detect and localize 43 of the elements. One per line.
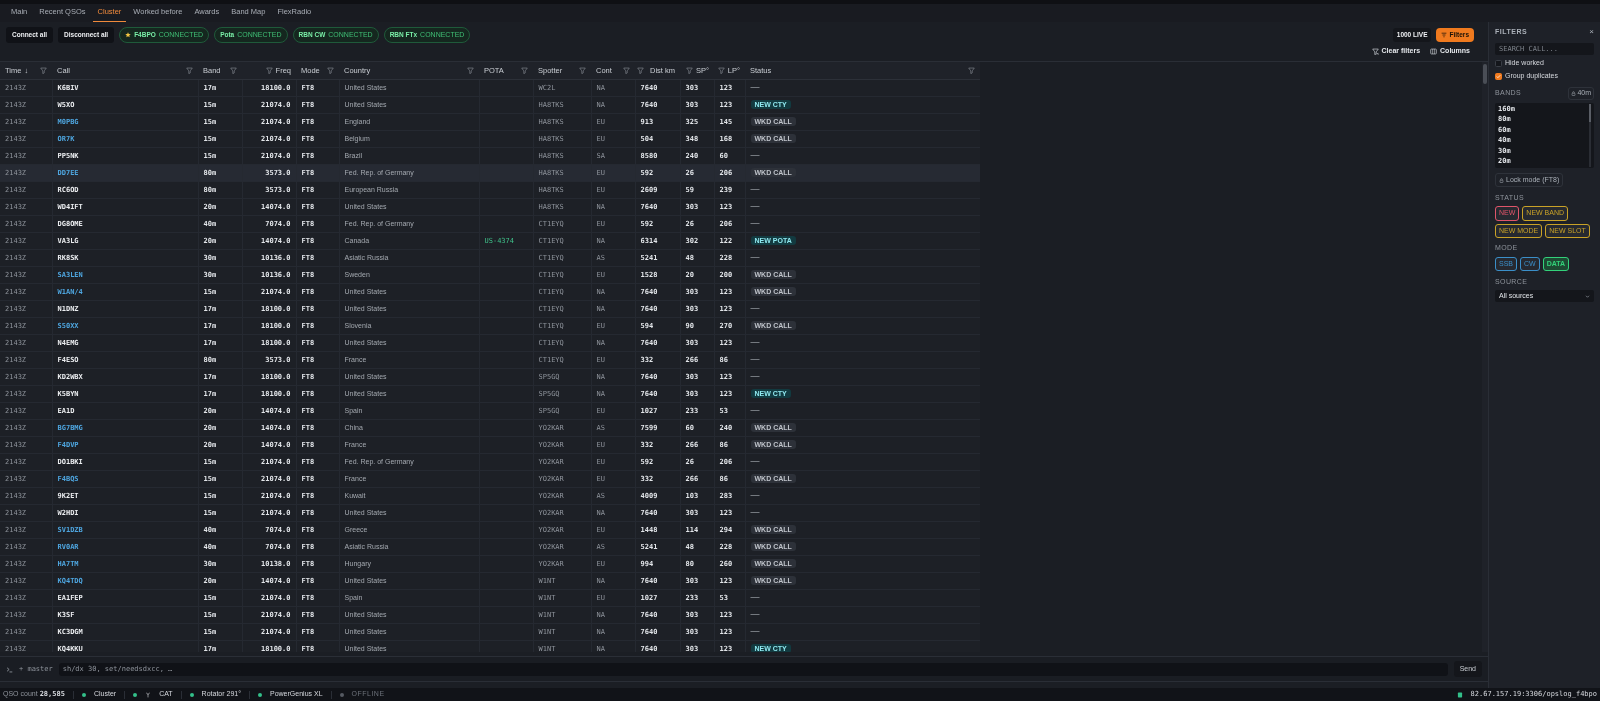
check-icon <box>1496 74 1501 79</box>
filter-icon[interactable] <box>230 66 237 74</box>
filter-icon[interactable] <box>265 66 273 74</box>
filter-icon[interactable] <box>521 66 528 74</box>
lock-icon <box>1571 90 1577 96</box>
terminal-icon <box>6 665 13 673</box>
database-icon <box>1456 691 1463 698</box>
filter-icon <box>1441 32 1448 38</box>
filter-icon[interactable] <box>686 66 693 74</box>
status-text: — <box>750 302 760 313</box>
status-text: — <box>750 591 760 602</box>
antenna-icon <box>145 691 152 698</box>
status-text: — <box>750 200 760 211</box>
scrollbar-thumb[interactable] <box>1483 64 1487 84</box>
status-text: — <box>750 217 760 228</box>
status-text: — <box>750 251 760 262</box>
status-text: — <box>750 489 760 500</box>
status-text: — <box>750 608 760 619</box>
status-text: — <box>750 81 760 92</box>
status-text: — <box>750 404 760 415</box>
caret-icon <box>1585 293 1590 299</box>
filter-icon[interactable] <box>327 66 334 74</box>
status-text: — <box>750 336 760 347</box>
status-text: — <box>750 455 760 466</box>
filter-icon[interactable] <box>40 66 47 74</box>
status-text: — <box>750 506 760 517</box>
lock-icon <box>1499 177 1504 183</box>
checkbox[interactable] <box>1495 59 1502 67</box>
status-text: — <box>750 370 760 381</box>
filter-icon[interactable] <box>968 66 975 74</box>
checkbox[interactable] <box>1495 73 1502 80</box>
filter-icon[interactable] <box>717 66 725 74</box>
scrollbar-thumb[interactable] <box>1589 103 1591 122</box>
status-text: — <box>750 353 760 364</box>
status-text: — <box>750 625 760 636</box>
status-text: — <box>750 149 760 160</box>
filter-icon[interactable] <box>467 66 474 74</box>
close-button[interactable]: × <box>1589 28 1594 37</box>
filter-icon[interactable] <box>186 66 193 74</box>
filter-icon[interactable] <box>579 66 586 74</box>
filter-clear-icon <box>1371 48 1379 55</box>
status-text: — <box>750 183 760 194</box>
columns-icon <box>1430 48 1438 55</box>
